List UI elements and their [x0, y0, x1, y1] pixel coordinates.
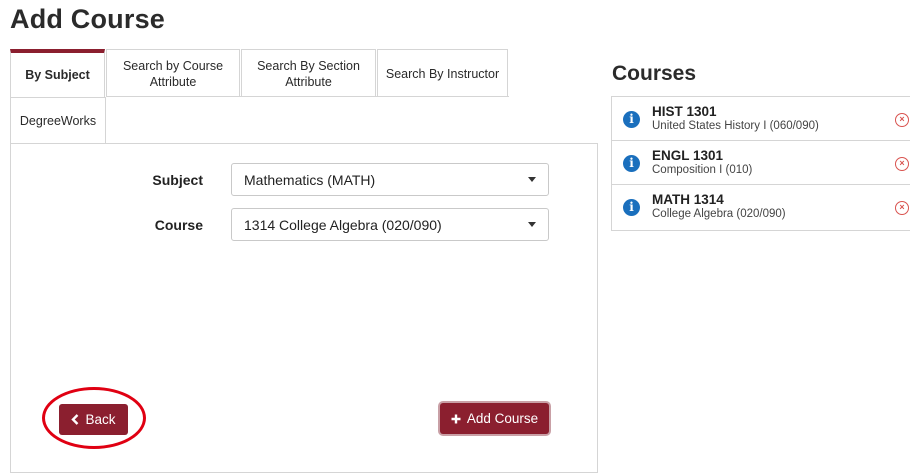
list-item: i MATH 1314 College Algebra (020/090) ×	[612, 185, 910, 230]
tab-search-by-section-attribute[interactable]: Search By Section Attribute	[241, 49, 376, 97]
courses-heading: Courses	[612, 62, 697, 85]
add-course-button-label: Add Course	[466, 411, 539, 426]
subject-select[interactable]: Mathematics (MATH)	[231, 163, 549, 196]
by-subject-panel: Subject Mathematics (MATH) Course 1314 C…	[10, 143, 598, 473]
tab-label: Search by Course Attribute	[122, 58, 224, 89]
back-button-label: Back	[85, 412, 116, 427]
course-title: Composition I (010)	[652, 164, 753, 176]
chevron-left-icon	[71, 414, 79, 425]
tab-search-by-course-attribute[interactable]: Search by Course Attribute	[106, 49, 240, 97]
course-title: United States History I (060/090)	[652, 120, 819, 132]
tab-divider	[106, 96, 509, 97]
course-code: HIST 1301	[652, 104, 717, 119]
chevron-down-icon	[528, 222, 536, 227]
tab-label: By Subject	[25, 68, 90, 82]
remove-circle-icon[interactable]: ×	[895, 201, 909, 215]
page-title: Add Course	[10, 4, 166, 34]
remove-circle-icon[interactable]: ×	[895, 157, 909, 171]
info-icon[interactable]: i	[623, 155, 640, 172]
tab-label: Search By Section Attribute	[257, 58, 360, 89]
course-label: Course	[154, 217, 203, 233]
info-icon[interactable]: i	[623, 199, 640, 216]
list-item: i ENGL 1301 Composition I (010) ×	[612, 141, 910, 185]
tab-divider	[508, 96, 509, 97]
back-button[interactable]: Back	[59, 404, 128, 435]
course-select-value: 1314 College Algebra (020/090)	[244, 216, 442, 233]
tab-by-subject[interactable]: By Subject	[10, 49, 105, 97]
info-icon[interactable]: i	[623, 111, 640, 128]
plus-icon	[451, 414, 461, 423]
subject-label: Subject	[152, 172, 203, 188]
add-course-button[interactable]: Add Course	[440, 403, 549, 434]
subject-select-value: Mathematics (MATH)	[244, 171, 376, 188]
chevron-down-icon	[528, 177, 536, 182]
tab-search-by-instructor[interactable]: Search By Instructor	[377, 49, 508, 97]
tab-degreeworks[interactable]: DegreeWorks	[10, 97, 106, 144]
course-code: ENGL 1301	[652, 148, 724, 163]
tab-label: DegreeWorks	[19, 114, 97, 128]
course-list: i HIST 1301 United States History I (060…	[611, 96, 910, 231]
course-select[interactable]: 1314 College Algebra (020/090)	[231, 208, 549, 241]
tab-label: Search By Instructor	[385, 66, 500, 81]
list-item: i HIST 1301 United States History I (060…	[612, 97, 910, 141]
remove-circle-icon[interactable]: ×	[895, 113, 909, 127]
course-code: MATH 1314	[652, 192, 724, 207]
course-title: College Algebra (020/090)	[652, 208, 786, 220]
